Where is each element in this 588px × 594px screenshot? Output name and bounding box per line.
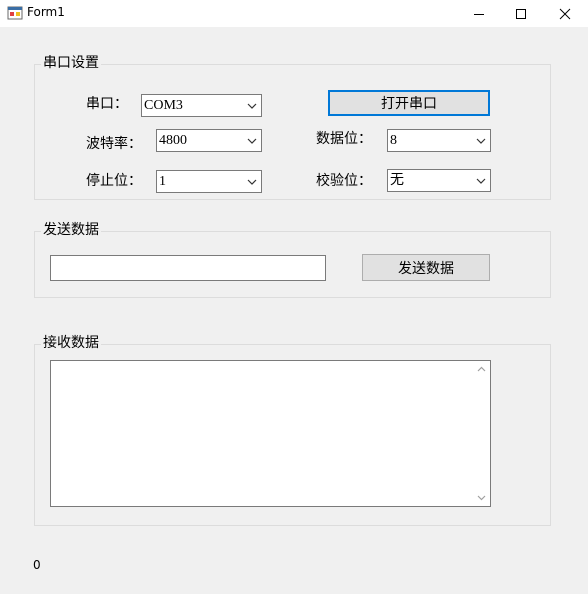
title-bar: Form1 [0,0,588,27]
stop-bits-label: 停止位： [86,173,142,189]
serial-settings-title: 串口设置 [41,55,101,71]
chevron-down-icon [247,103,257,109]
receive-data-title: 接收数据 [41,335,101,351]
stop-bits-select[interactable]: 1 [156,170,262,193]
receive-data-textarea[interactable] [50,360,491,507]
parity-select[interactable]: 无 [387,169,491,192]
chevron-down-icon [247,179,257,185]
window-title: Form1 [27,5,65,19]
data-bits-label: 数据位： [316,131,372,147]
send-data-title: 发送数据 [41,222,101,238]
scroll-up-icon[interactable] [473,361,490,378]
minimize-icon [474,13,484,15]
minimize-button[interactable] [456,0,502,27]
chevron-down-icon [247,138,257,144]
data-bits-value: 8 [390,133,397,148]
send-data-button[interactable]: 发送数据 [362,254,490,281]
status-value: 0 [33,558,41,572]
chevron-down-icon [476,178,486,184]
receive-scrollbar[interactable] [473,361,490,506]
port-select[interactable]: COM3 [141,94,262,117]
chevron-down-icon [476,138,486,144]
maximize-icon [516,8,526,19]
close-icon [559,8,571,19]
open-port-button[interactable]: 打开串口 [328,90,490,116]
stop-bits-value: 1 [159,174,166,189]
close-button[interactable] [542,0,588,27]
scroll-down-icon[interactable] [473,489,490,506]
send-data-input[interactable] [50,255,326,281]
baud-rate-select[interactable]: 4800 [156,129,262,152]
baud-rate-value: 4800 [159,133,187,148]
data-bits-select[interactable]: 8 [387,129,491,152]
port-label: 串口： [86,96,128,112]
send-data-button-label: 发送数据 [398,260,454,277]
baud-rate-label: 波特率： [86,136,142,152]
maximize-button[interactable] [498,0,544,27]
form-app-icon [7,6,23,20]
open-port-button-label: 打开串口 [381,96,437,112]
port-value: COM3 [144,98,183,113]
parity-label: 校验位： [316,173,372,189]
parity-value: 无 [390,173,404,188]
